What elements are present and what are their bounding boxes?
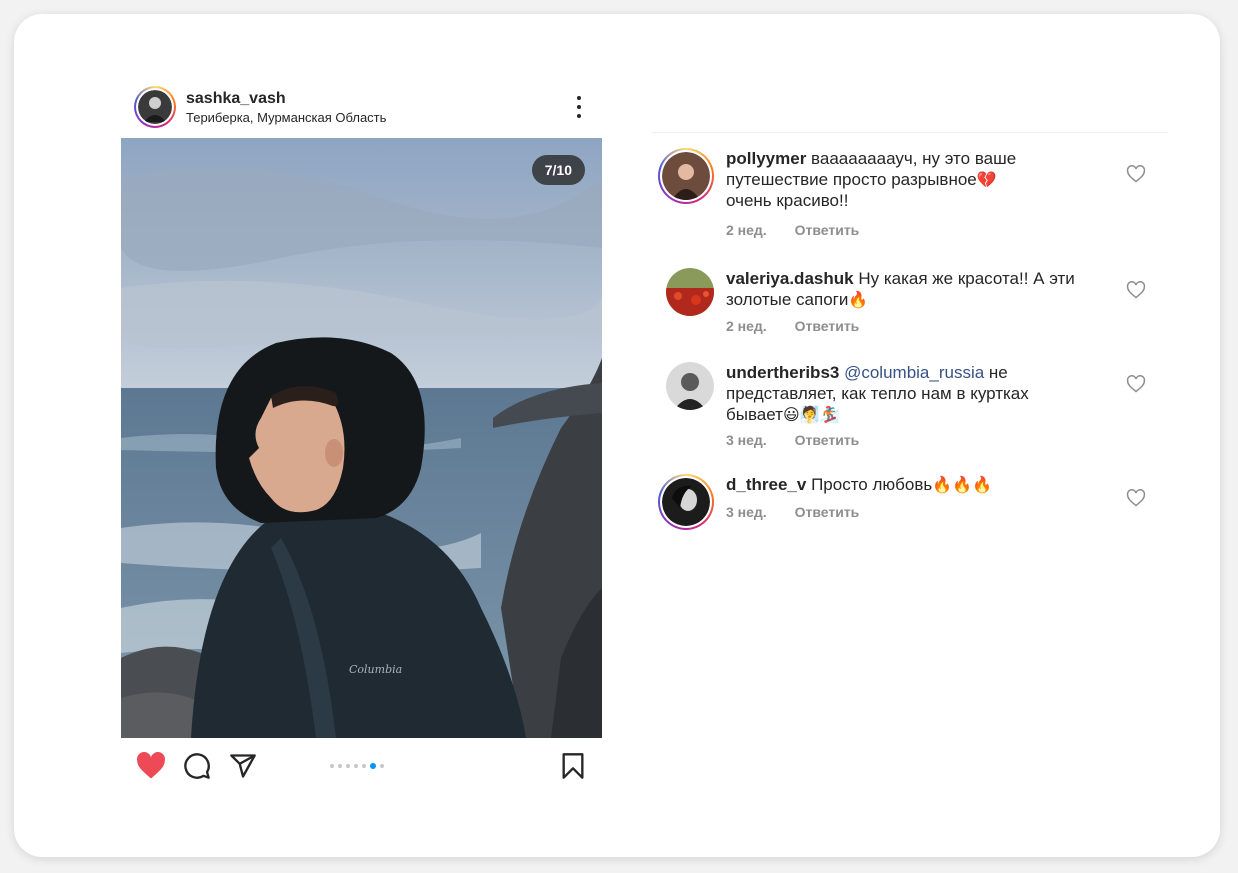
like-icon[interactable] xyxy=(135,750,167,782)
commenter-avatar[interactable] xyxy=(658,474,714,530)
comment-icon[interactable] xyxy=(181,750,213,782)
comment-text: pollyymer ваааааааауч, ну это ваше путеш… xyxy=(726,148,1106,211)
carousel-dot xyxy=(380,764,384,768)
author-username[interactable]: sashka_vash xyxy=(186,90,286,108)
carousel-dot xyxy=(346,764,350,768)
author-avatar[interactable] xyxy=(134,86,176,128)
carousel-dot xyxy=(362,764,366,768)
commenter-avatar-image xyxy=(662,478,710,526)
comment-item: undertheribs3 @columbia_russia не предст… xyxy=(656,362,1168,462)
comment-time: 3 нед. xyxy=(726,432,767,448)
comment-item: pollyymer ваааааааауч, ну это ваше путеш… xyxy=(656,148,1168,248)
carousel-dot xyxy=(354,764,358,768)
comment-emoji: 💔 xyxy=(976,170,997,189)
post-photo[interactable]: Columbia 7/10 xyxy=(121,138,602,738)
carousel-indicator xyxy=(330,763,384,769)
carousel-dot xyxy=(338,764,342,768)
comment-like-icon[interactable] xyxy=(1126,164,1146,184)
post-actions-bar xyxy=(121,742,602,792)
comment-body: представляет, как тепло нам в куртках xyxy=(726,384,1029,403)
comment-text: undertheribs3 @columbia_russia не предст… xyxy=(726,362,1106,425)
comment-text: valeriya.dashuk Ну какая же красота!! А … xyxy=(726,268,1106,310)
comment-item: d_three_v Просто любовь🔥🔥🔥 3 нед. Ответи… xyxy=(656,474,1168,534)
comment-username[interactable]: undertheribs3 xyxy=(726,363,839,382)
comment-meta: 2 нед. Ответить xyxy=(726,222,883,238)
commenter-avatar-image xyxy=(666,362,714,410)
comment-emoji: 😃🧖🏂 xyxy=(782,405,840,424)
comment-meta: 3 нед. Ответить xyxy=(726,432,883,448)
save-bookmark-icon[interactable] xyxy=(557,750,589,782)
comment-meta: 2 нед. Ответить xyxy=(726,318,883,334)
commenter-avatar-image xyxy=(666,268,714,316)
comment-username[interactable]: d_three_v xyxy=(726,475,806,494)
comment-body: золотые сапоги xyxy=(726,290,849,309)
comment-mention-link[interactable]: @columbia_russia xyxy=(844,363,984,382)
comment-body: бывает xyxy=(726,405,783,424)
reply-button[interactable]: Ответить xyxy=(795,318,860,334)
reply-button[interactable]: Ответить xyxy=(795,222,860,238)
comment-body: Просто любовь xyxy=(811,475,933,494)
svg-text:Columbia: Columbia xyxy=(349,663,402,676)
carousel-dot xyxy=(330,764,334,768)
comment-emoji: 🔥 xyxy=(848,290,869,309)
reply-button[interactable]: Ответить xyxy=(795,432,860,448)
commenter-avatar[interactable] xyxy=(666,362,714,410)
carousel-dot xyxy=(370,763,376,769)
photo-illustration: Columbia xyxy=(121,138,602,738)
post-header: sashka_vash Териберка, Мурманская Област… xyxy=(120,72,600,128)
comment-time: 2 нед. xyxy=(726,222,767,238)
comment-body: не xyxy=(988,363,1008,382)
reply-button[interactable]: Ответить xyxy=(795,504,860,520)
photo-counter-badge: 7/10 xyxy=(531,155,585,185)
comment-like-icon[interactable] xyxy=(1126,488,1146,508)
commenter-avatar[interactable] xyxy=(658,148,714,204)
comment-meta: 3 нед. Ответить xyxy=(726,504,883,520)
comment-body: очень красиво!! xyxy=(726,191,849,210)
comment-username[interactable]: valeriya.dashuk xyxy=(726,269,854,288)
comment-text: d_three_v Просто любовь🔥🔥🔥 xyxy=(726,474,1106,495)
comment-time: 2 нед. xyxy=(726,318,767,334)
comment-body: ваааааааауч, ну это ваше xyxy=(811,149,1017,168)
comment-item: valeriya.dashuk Ну какая же красота!! А … xyxy=(656,268,1168,348)
comment-username[interactable]: pollyymer xyxy=(726,149,806,168)
commenter-avatar-image xyxy=(662,152,710,200)
comment-body: Ну какая же красота!! А эти xyxy=(858,269,1075,288)
comment-body: путешествие просто разрывное xyxy=(726,170,977,189)
author-avatar-image xyxy=(138,90,172,124)
more-options-icon[interactable] xyxy=(576,96,582,118)
comment-like-icon[interactable] xyxy=(1126,280,1146,300)
comment-like-icon[interactable] xyxy=(1126,374,1146,394)
commenter-avatar[interactable] xyxy=(666,268,714,316)
share-icon[interactable] xyxy=(227,750,259,782)
post-location[interactable]: Териберка, Мурманская Область xyxy=(186,110,386,125)
comment-emoji: 🔥🔥🔥 xyxy=(932,475,992,494)
comment-time: 3 нед. xyxy=(726,504,767,520)
comments-divider xyxy=(652,132,1168,133)
